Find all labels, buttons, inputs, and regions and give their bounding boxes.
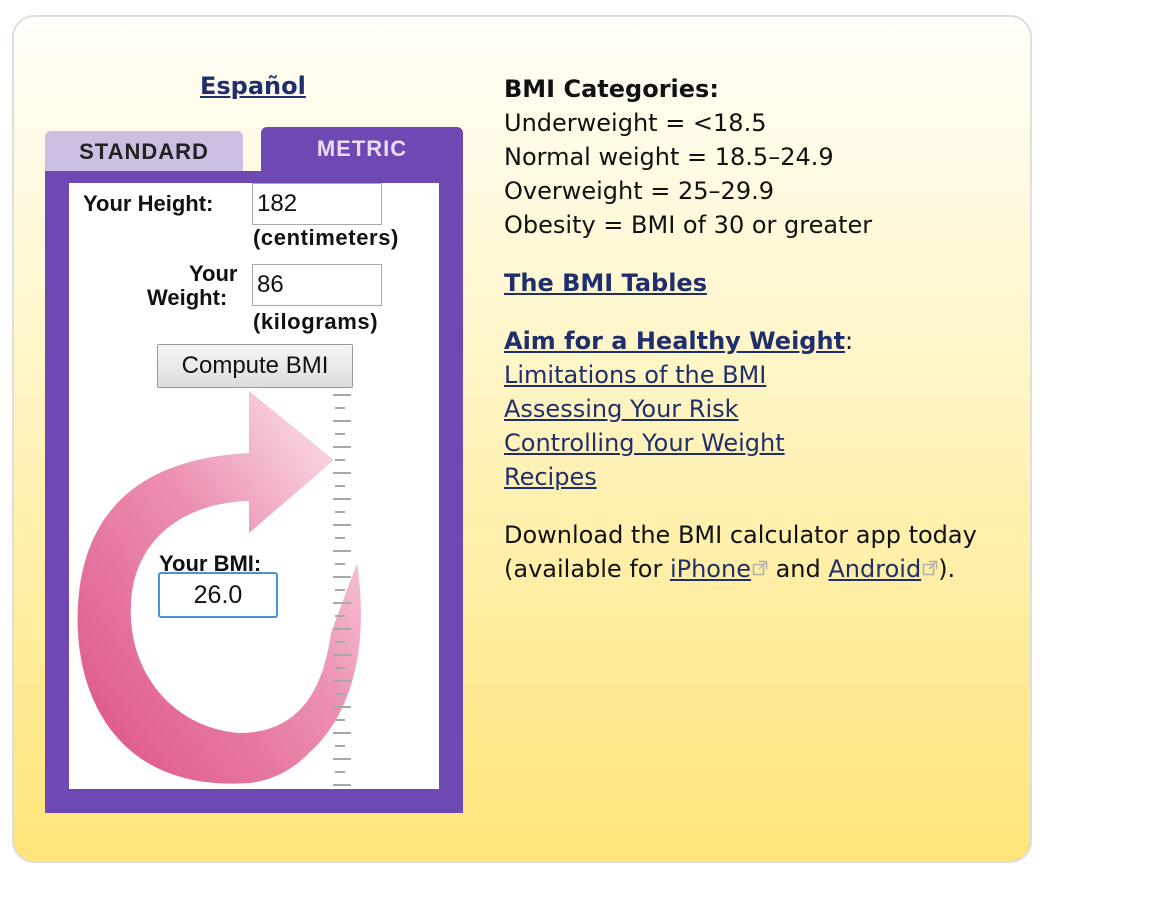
calculator-panel: Your Height: (centimeters) Your Weight: … [69,183,439,789]
category-normal-weight: Normal weight = 18.5–24.9 [504,143,834,171]
download-and: and [767,555,829,583]
height-input[interactable] [252,183,382,225]
iphone-link[interactable]: iPhone [670,555,751,583]
tab-standard[interactable]: STANDARD [45,131,243,173]
bmi-tables-link[interactable]: The BMI Tables [504,269,707,297]
download-line: Download the BMI calculator app today [504,521,977,549]
weight-label-line1: Your [189,261,238,286]
weight-input[interactable] [252,264,382,306]
controlling-weight-link[interactable]: Controlling Your Weight [504,429,785,457]
android-link[interactable]: Android [828,555,921,583]
bmi-info-column: BMI Categories: Underweight = <18.5 Norm… [504,72,1024,586]
limitations-link[interactable]: Limitations of the BMI [504,361,766,389]
bmi-result-field[interactable]: 26.0 [158,572,278,618]
external-link-icon [922,560,938,576]
height-label: Your Height: [83,191,214,216]
assessing-risk-link[interactable]: Assessing Your Risk [504,395,739,423]
weight-unit: (kilograms) [253,309,379,334]
calculator-frame: Your Height: (centimeters) Your Weight: … [45,171,463,813]
healthy-weight-link[interactable]: Aim for a Healthy Weight [504,327,845,355]
espanol-link[interactable]: Español [200,72,306,100]
download-prefix: (available for [504,555,670,583]
download-availability-line: (available for iPhone and Android). [504,552,1024,586]
category-underweight: Underweight = <18.5 [504,109,767,137]
recipes-link[interactable]: Recipes [504,463,597,491]
category-obesity: Obesity = BMI of 30 or greater [504,211,873,239]
weight-label-line2: Weight: [147,285,228,310]
download-suffix: ). [938,555,956,583]
healthy-weight-colon: : [845,327,854,355]
height-unit: (centimeters) [253,225,399,250]
external-link-icon [752,560,768,576]
compute-bmi-button[interactable]: Compute BMI [157,344,353,388]
tab-metric[interactable]: METRIC [261,127,463,177]
bmi-categories-title: BMI Categories: [504,75,719,103]
category-overweight: Overweight = 25–29.9 [504,177,774,205]
